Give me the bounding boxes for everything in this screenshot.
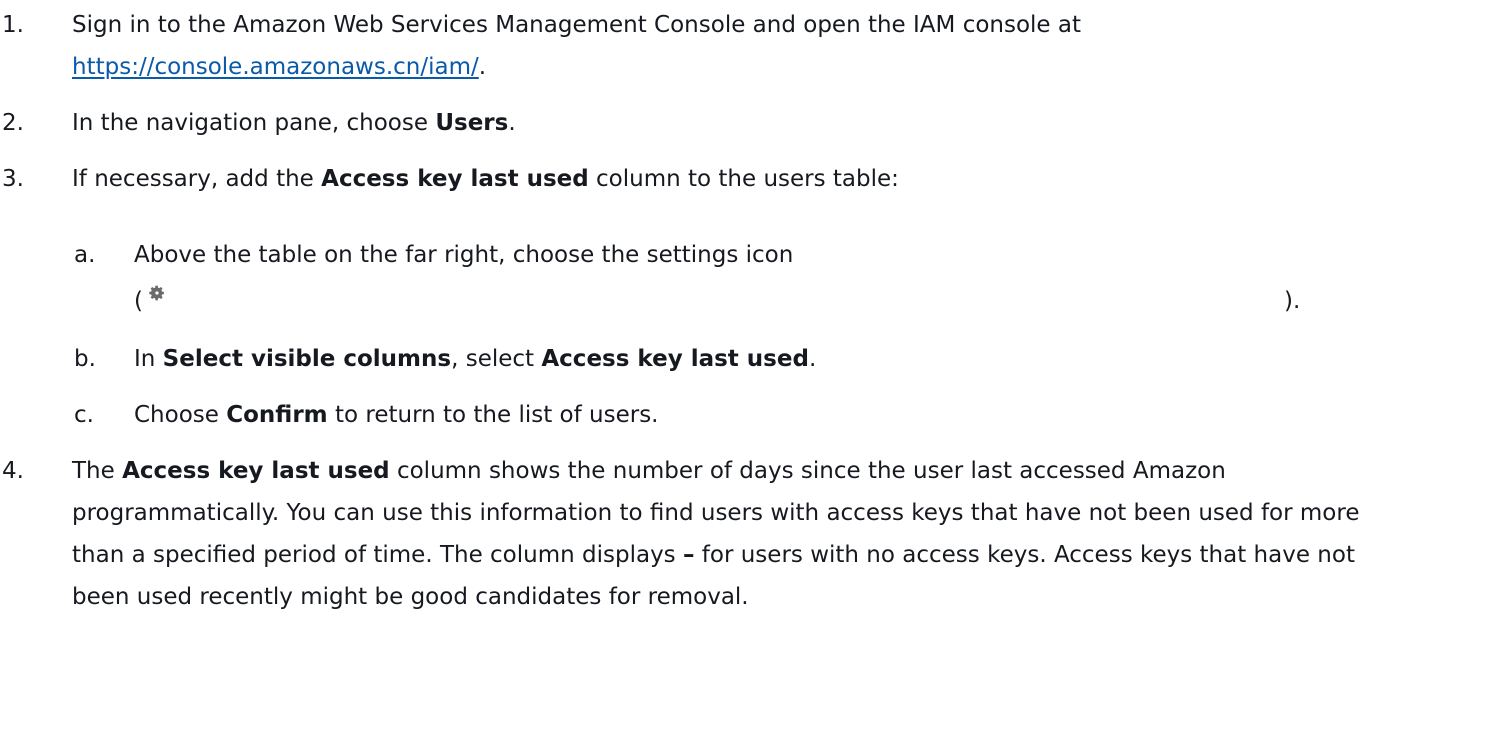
substep-text: Above the table on the far right, choose… bbox=[134, 242, 794, 268]
step-text: Sign in to the Amazon Web Services Manag… bbox=[72, 12, 1082, 80]
step-text: If necessary, add the Access key last us… bbox=[72, 166, 899, 192]
step-2: 2. In the navigation pane, choose Users. bbox=[0, 102, 1487, 144]
substep-text: Choose Confirm to return to the list of … bbox=[134, 402, 659, 428]
step-4: 4. The Access key last used column shows… bbox=[0, 450, 1487, 702]
step-number: 3. bbox=[2, 166, 24, 192]
substep-letter: b. bbox=[74, 346, 96, 372]
gear-icon bbox=[149, 285, 164, 301]
iam-console-link[interactable]: https://console.amazonaws.cn/iam/ bbox=[72, 54, 479, 80]
substep-text: In Select visible columns, select Access… bbox=[134, 346, 817, 372]
step-1: 1. Sign in to the Amazon Web Services Ma… bbox=[0, 4, 1487, 88]
step-number: 1. bbox=[2, 12, 24, 38]
step-3: 3. If necessary, add the Access key last… bbox=[0, 158, 1487, 200]
substep-b: b. In Select visible columns, select Acc… bbox=[0, 338, 1487, 380]
step-text: The Access key last used column shows th… bbox=[72, 458, 1360, 610]
substep-c: c. Choose Confirm to return to the list … bbox=[0, 394, 1487, 436]
step-number: 2. bbox=[2, 110, 24, 136]
substep-a-icon-line: ( ). bbox=[0, 280, 1487, 322]
documentation-procedure: 1. Sign in to the Amazon Web Services Ma… bbox=[0, 0, 1487, 735]
substep-letter: c. bbox=[74, 402, 94, 428]
step-number: 4. bbox=[2, 458, 24, 484]
step-text: In the navigation pane, choose Users. bbox=[72, 110, 516, 136]
substep-letter: a. bbox=[74, 242, 96, 268]
substep-a: a. Above the table on the far right, cho… bbox=[0, 234, 1487, 276]
